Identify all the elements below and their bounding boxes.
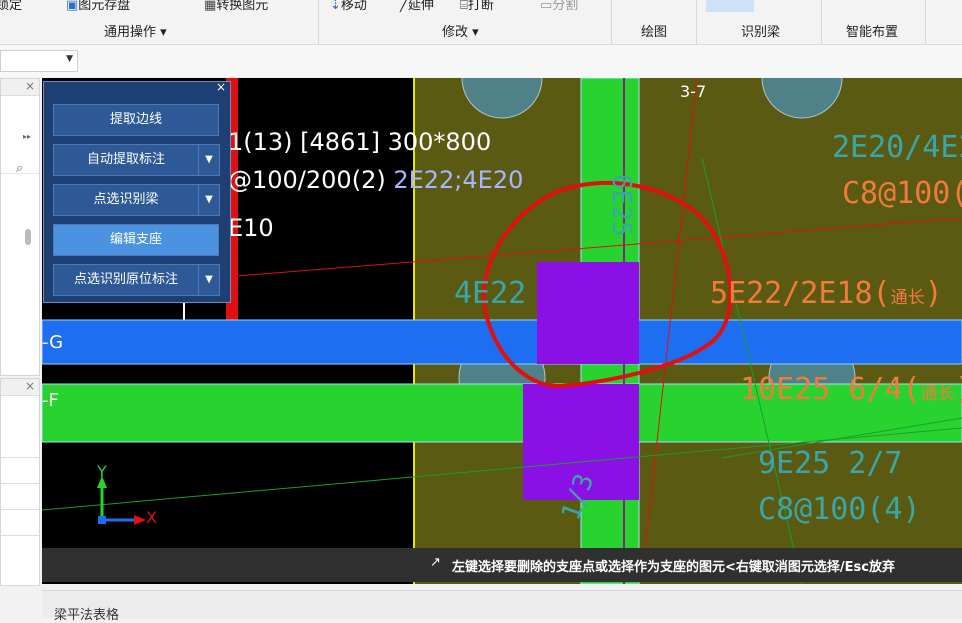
beam-label: 1(13) [4861] 300*800 — [228, 128, 492, 156]
convert-element-icon: ▦ — [204, 0, 217, 13]
ribbon-item-lock-label: 锁定 — [0, 0, 23, 13]
rebar-label-lower: 10E25 6/4(通长) — [740, 372, 962, 407]
scrollbar-thumb[interactable] — [25, 229, 31, 245]
table-row[interactable] — [1, 457, 39, 458]
ribbon-separator — [925, 0, 926, 44]
stirrup-bars: 2E22;4E20 — [393, 166, 524, 194]
group-modify[interactable]: 修改 ▾ — [442, 21, 479, 40]
axis-label-f: -F — [42, 390, 59, 411]
chevron-down-icon[interactable]: ▼ — [198, 264, 220, 296]
stirrup-label-bottom: C8@100(4) — [758, 492, 921, 527]
ribbon-item-convert-element-label: 转换图元 — [216, 0, 269, 13]
stirrup-label-right: C8@100(2 — [842, 176, 962, 211]
status-text: 左键选择要删除的支座点或选择作为支座的图元<右键取消图元选择/Esc放弃 — [452, 560, 895, 575]
group-recognize-beam[interactable]: 识别梁 — [741, 21, 780, 40]
beam-table-panel: 梁平法表格 — [42, 590, 962, 623]
move-icon: ⇣ — [330, 0, 341, 13]
rebar-label-mid: 5E22/2E18(通长) — [710, 276, 943, 311]
stirrup-spec: @100/200(2) — [228, 166, 394, 194]
chevron-down-icon: ▼ — [66, 54, 73, 64]
ucs-x-arrow — [134, 515, 146, 525]
rebar-label-left: 4E22 — [454, 276, 527, 311]
rebar-label-bottom: 9E25 2/7 — [758, 446, 903, 481]
expand-arrows-icon[interactable]: ▸▸ — [23, 132, 31, 141]
ucs-x-label: X — [146, 508, 157, 527]
ribbon-item-extend-label: 延伸 — [407, 0, 434, 13]
ribbon-item-break[interactable]: ⌸打断 — [460, 0, 494, 13]
pick-recognize-beam-button[interactable]: 点选识别梁 ▼ — [53, 184, 220, 216]
horizontal-beam-g — [42, 319, 962, 365]
edit-support-button[interactable]: 编辑支座 — [53, 224, 219, 256]
recognize-beam-panel: × 提取边线 自动提取标注 ▼ 点选识别梁 ▼ 编辑支座 点选识别原位标注 ▼ — [43, 80, 231, 303]
ribbon-item-break-label: 打断 — [467, 0, 494, 13]
ribbon-item-extend[interactable]: ╱延伸 — [400, 0, 434, 13]
pick-recognize-original-annotation-label: 点选识别原位标注 — [73, 272, 178, 287]
ucs-origin — [98, 516, 106, 524]
table-row[interactable] — [1, 483, 39, 484]
left-property-panel: × — [0, 378, 40, 586]
chevron-down-icon[interactable]: ▼ — [198, 144, 220, 176]
ribbon-item-split[interactable]: ▭分割 — [540, 0, 578, 13]
rebar-lower-main: 10E25 6/4( — [740, 372, 921, 407]
rebar-mid-main: 5E22/2E18( — [710, 276, 891, 311]
property-bar — [0, 45, 962, 77]
ribbon-item-save-element[interactable]: ▣图元存盘 — [66, 0, 130, 13]
rebar-lower-tail: 通长 — [920, 384, 955, 404]
support-box-upper[interactable] — [537, 262, 639, 364]
ribbon-separator — [696, 0, 697, 44]
table-row[interactable] — [1, 509, 39, 510]
axis-label-3-7: 3-7 — [680, 82, 707, 101]
ribbon-toolbar: 锁定 ▣图元存盘 ▦转换图元 ⇣移动 ╱延伸 ⌸打断 ▭分割 通用操作 ▾ 修改… — [0, 0, 962, 45]
close-icon[interactable]: × — [25, 379, 35, 393]
close-icon[interactable]: × — [216, 80, 226, 94]
ucs-y-label: Y — [97, 462, 107, 481]
ribbon-item-convert-element[interactable]: ▦转换图元 — [204, 0, 268, 13]
cursor-icon: ↗ — [430, 555, 441, 570]
axis-label-g: -G — [42, 332, 64, 353]
ribbon-item-move[interactable]: ⇣移动 — [330, 0, 367, 13]
rebar-mid-tail: 通长 — [890, 288, 925, 308]
extend-icon: ╱ — [400, 0, 408, 13]
ribbon-item-lock[interactable]: 锁定 — [0, 0, 22, 13]
floor-select[interactable]: ▼ — [0, 50, 78, 72]
beam-table-title: 梁平法表格 — [54, 608, 120, 623]
left-panel-header: × — [1, 379, 39, 396]
ribbon-item-move-label: 移动 — [340, 0, 367, 13]
ribbon-separator — [821, 0, 822, 44]
edit-support-label: 编辑支座 — [109, 232, 162, 247]
table-row[interactable] — [1, 535, 39, 536]
left-panel-header: × — [1, 79, 39, 96]
search-icon[interactable]: ⌕ — [16, 161, 23, 176]
pick-recognize-beam-label: 点选识别梁 — [93, 192, 159, 207]
stirrup-label: @100/200(2) 2E22;4E20 — [228, 166, 523, 194]
split-icon: ▭ — [540, 0, 553, 13]
group-common-operations[interactable]: 通用操作 ▾ — [104, 21, 167, 40]
rebar-label-top-right: 2E20/4E2 — [832, 130, 962, 165]
ribbon-item-split-label: 分割 — [552, 0, 579, 13]
break-icon: ⌸ — [460, 0, 468, 13]
group-smart-layout[interactable]: 智能布置 — [846, 21, 898, 40]
auto-extract-annotation-label: 自动提取标注 — [86, 152, 165, 167]
group-draw[interactable]: 绘图 — [641, 21, 667, 40]
save-element-icon: ▣ — [66, 0, 79, 13]
auto-extract-annotation-button[interactable]: 自动提取标注 ▼ — [53, 144, 220, 176]
ribbon-item-save-element-label: 图元存盘 — [78, 0, 131, 13]
pick-recognize-original-annotation-button[interactable]: 点选识别原位标注 ▼ — [53, 264, 220, 296]
vertical-rebar-label: 6E25 — [606, 174, 636, 237]
left-navigation-panel: × ▸▸ ⌕ — [0, 78, 40, 376]
ribbon-separator — [318, 0, 319, 44]
ribbon-separator — [611, 0, 612, 44]
extract-edge-label: 提取边线 — [109, 112, 162, 127]
extract-edge-button[interactable]: 提取边线 — [53, 104, 219, 136]
close-icon[interactable]: × — [25, 79, 35, 93]
third-line-label: E10 — [228, 214, 274, 242]
recognize-beam-highlight[interactable] — [706, 0, 754, 12]
command-status-bar: ↗ 左键选择要删除的支座点或选择作为支座的图元<右键取消图元选择/Esc放弃 — [42, 548, 962, 582]
chevron-down-icon[interactable]: ▼ — [198, 184, 220, 216]
